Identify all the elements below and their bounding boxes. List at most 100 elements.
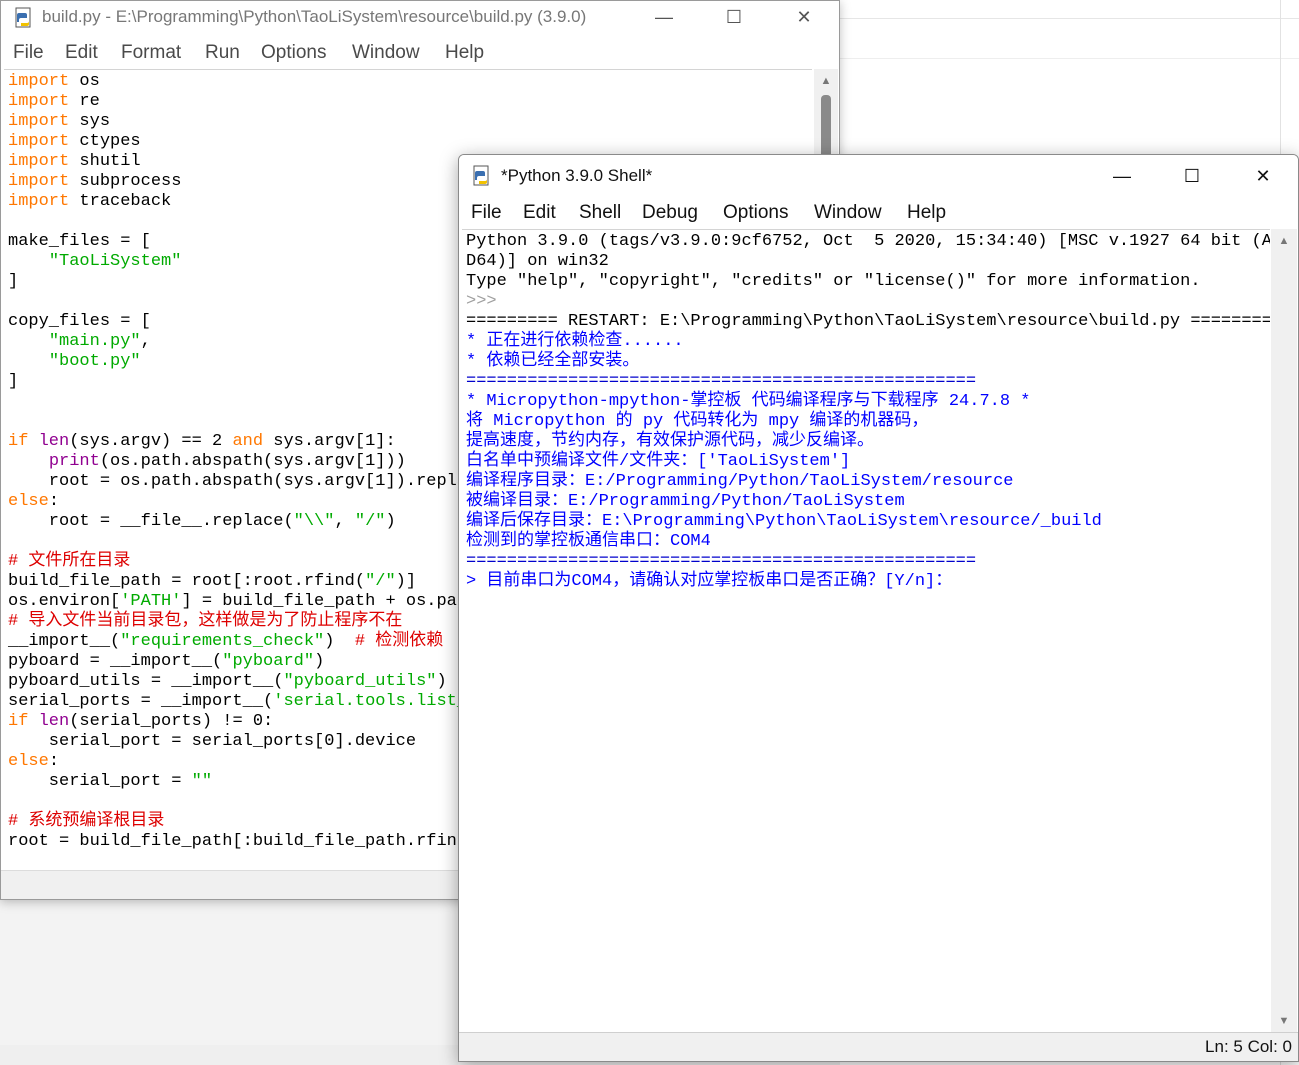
menu-shell[interactable]: Shell — [579, 202, 621, 224]
shell-line: 被编译目录：E:/Programming/Python/TaoLiSystem — [466, 492, 905, 512]
code-token: len — [38, 432, 70, 451]
code-token: serial_port = serial_ports[0].device — [8, 732, 417, 751]
minimize-button[interactable]: — — [641, 1, 687, 34]
shell-token: D64)] on win32 — [466, 252, 609, 271]
shell-token: ========================================… — [466, 552, 977, 571]
menu-format[interactable]: Format — [121, 42, 181, 64]
code-token: import — [8, 172, 70, 191]
shell-scrollbar[interactable]: ▲ ▼ — [1271, 229, 1297, 1033]
code-token: __import__( — [8, 632, 121, 651]
code-token: ) — [324, 632, 355, 651]
maximize-icon: ☐ — [1183, 165, 1201, 186]
code-line: # 文件所在目录 — [8, 552, 130, 572]
status-bar: Ln: 5 Col: 0 — [459, 1032, 1298, 1061]
shell-line: 编译程序目录：E:/Programming/Python/TaoLiSystem… — [466, 472, 1013, 492]
code-token: build_file_path = root[:root.rfind( — [8, 572, 366, 591]
code-token: "pyboard_utils" — [283, 672, 437, 691]
shell-line: 提高速度，节约内存，有效保护源代码，减少反编译。 — [466, 432, 874, 452]
code-token: "requirements_check" — [120, 632, 325, 651]
shell-output[interactable]: Python 3.9.0 (tags/v3.9.0:9cf6752, Oct 5… — [462, 229, 1270, 1038]
shell-token: >>> — [466, 292, 507, 311]
shell-token: Type "help", "copyright", "credits" or "… — [466, 272, 1201, 291]
code-token: "pyboard" — [222, 652, 315, 671]
shell-titlebar[interactable]: *Python 3.9.0 Shell* — ☐ ✕ — [459, 155, 1298, 197]
code-token: ] = build_file_path + os.path — [181, 592, 478, 611]
code-token: import — [8, 132, 70, 151]
shell-token: * 依赖已经全部安装。 — [466, 352, 640, 371]
code-token: "boot.py" — [48, 352, 141, 371]
code-line: root = build_file_path[:build_file_path.… — [8, 832, 467, 852]
menu-help[interactable]: Help — [907, 202, 946, 224]
scroll-up-icon[interactable]: ▲ — [814, 75, 838, 87]
window-title: build.py - E:\Programming\Python\TaoLiSy… — [42, 7, 587, 26]
code-token: # 系统预编译根目录 — [8, 812, 165, 831]
code-token: copy_files = [ — [8, 312, 151, 331]
code-token: subprocess — [69, 172, 182, 191]
code-line: build_file_path = root[:root.rfind("/")] — [8, 572, 416, 592]
shell-line: >>> — [466, 292, 507, 312]
shell-token: 提高速度，节约内存，有效保护源代码，减少反编译。 — [466, 432, 874, 451]
code-token: os — [69, 72, 100, 91]
code-token: if — [8, 432, 29, 451]
close-button[interactable]: ✕ — [781, 1, 827, 34]
menu-debug[interactable]: Debug — [642, 202, 698, 224]
code-token: serial_ports = __import__( — [8, 692, 274, 711]
code-line: import sys — [8, 112, 110, 132]
code-token: ] — [8, 272, 19, 291]
code-line: # 系统预编译根目录 — [8, 812, 164, 832]
code-token: sys.argv[1]: — [263, 432, 396, 451]
menu-run[interactable]: Run — [205, 42, 240, 64]
menu-edit[interactable]: Edit — [65, 42, 98, 64]
code-line: import ctypes — [8, 132, 141, 152]
code-line: ] — [8, 272, 18, 292]
code-line: serial_port = "" — [8, 772, 212, 792]
shell-line: * Micropython-mpython-掌控板 代码编译程序与下载程序 24… — [466, 392, 1030, 412]
scroll-down-icon[interactable]: ▼ — [1271, 1015, 1297, 1027]
code-line: serial_ports = __import__('serial.tools.… — [8, 692, 467, 712]
background-strip — [0, 1045, 458, 1065]
code-token: serial_port = — [8, 772, 192, 791]
code-token: re — [69, 92, 100, 111]
background-divider — [840, 18, 1299, 19]
code-token: root = build_file_path[:build_file_path.… — [8, 832, 468, 851]
code-line: import os — [8, 72, 100, 92]
maximize-icon: ☐ — [725, 7, 743, 27]
code-token: ) — [314, 652, 325, 671]
shell-line: > 目前串口为COM4，请确认对应掌控板串口是否正确？[Y/n]： — [466, 572, 952, 592]
code-line: # 导入文件当前目录包，这样做是为了防止程序不在 — [8, 612, 402, 632]
menu-window[interactable]: Window — [352, 42, 420, 64]
menu-window[interactable]: Window — [814, 202, 882, 224]
code-token: "\\" — [293, 512, 335, 531]
code-token: ] — [8, 372, 19, 391]
code-token: sys — [69, 112, 111, 131]
code-token: if — [8, 712, 29, 731]
menu-help[interactable]: Help — [445, 42, 484, 64]
code-token: shutil — [69, 152, 141, 171]
code-line: __import__("requirements_check") # 检测依赖 — [8, 632, 443, 652]
code-token: "main.py" — [48, 332, 141, 351]
editor-titlebar[interactable]: build.py - E:\Programming\Python\TaoLiSy… — [1, 1, 839, 34]
code-token: (serial_ports) != 0: — [69, 712, 274, 731]
shell-token: 编译后保存目录：E:\Programming\Python\TaoLiSyste… — [466, 512, 1102, 531]
menu-edit[interactable]: Edit — [523, 202, 556, 224]
menu-file[interactable]: File — [13, 42, 44, 64]
code-line: pyboard_utils = __import__("pyboard_util… — [8, 672, 447, 692]
python-shell-icon — [473, 165, 489, 186]
code-token: len — [38, 712, 70, 731]
shell-line: * 正在进行依赖检查...... — [466, 332, 684, 352]
menu-options[interactable]: Options — [261, 42, 326, 64]
maximize-button[interactable]: ☐ — [1169, 155, 1215, 197]
scroll-up-icon[interactable]: ▲ — [1271, 235, 1297, 247]
shell-line: ========= RESTART: E:\Programming\Python… — [466, 312, 1270, 332]
menu-file[interactable]: File — [471, 202, 502, 224]
code-line: if len(serial_ports) != 0: — [8, 712, 273, 732]
code-token: ) — [436, 672, 447, 691]
close-icon: ✕ — [796, 7, 812, 27]
menu-options[interactable]: Options — [723, 202, 788, 224]
maximize-button[interactable]: ☐ — [711, 1, 757, 34]
shell-token: > 目前串口为COM4，请确认对应掌控板串口是否正确？[Y/n]： — [466, 572, 953, 591]
minimize-button[interactable]: — — [1099, 155, 1145, 197]
scroll-thumb[interactable] — [821, 95, 831, 159]
close-button[interactable]: ✕ — [1240, 155, 1286, 197]
